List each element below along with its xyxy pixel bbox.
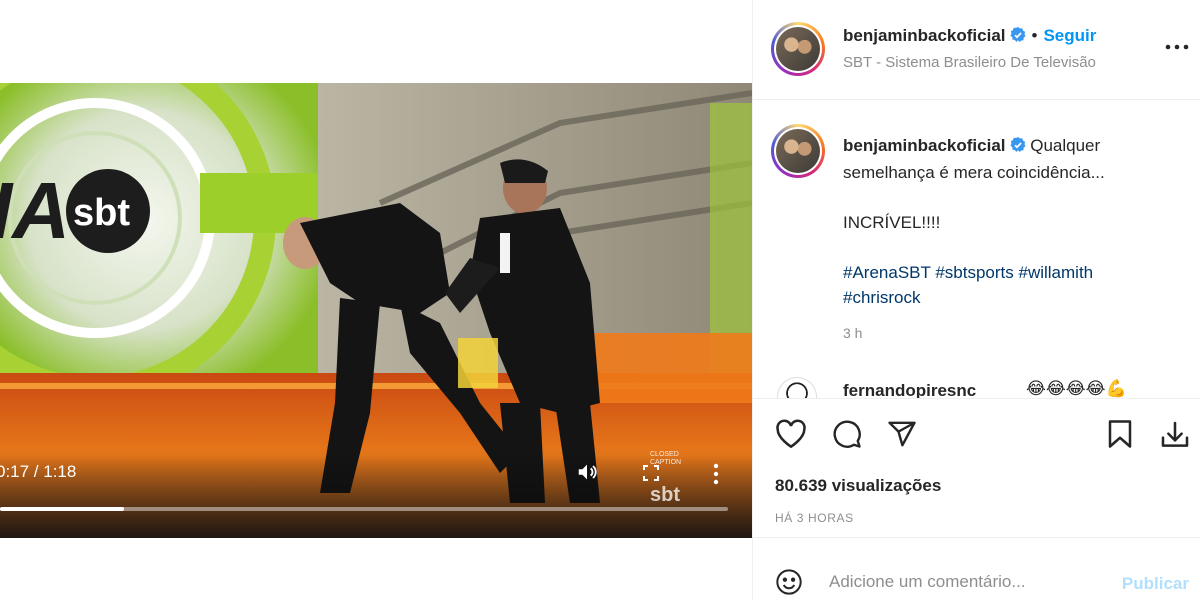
sbt-watermark: sbt: [650, 484, 680, 506]
hashtag-link[interactable]: #ArenaSBT: [843, 263, 931, 282]
caption-section: benjaminbackoficial Qualquer semelhança …: [753, 100, 1200, 398]
heart-icon[interactable]: [775, 419, 807, 454]
views-count[interactable]: 80.639 visualizações: [775, 476, 941, 496]
fullscreen-icon[interactable]: [643, 465, 659, 486]
video-progress-fill: [0, 507, 124, 511]
comment-username[interactable]: fernandopiresnc: [843, 381, 976, 398]
vertical-dots-icon[interactable]: [712, 463, 720, 490]
volume-icon[interactable]: [576, 461, 598, 488]
download-icon[interactable]: [1159, 419, 1191, 456]
verified-badge-icon: [1010, 135, 1026, 160]
follow-button[interactable]: Seguir: [1043, 26, 1096, 45]
comment-avatar[interactable]: [777, 377, 817, 398]
more-options-icon[interactable]: [1165, 38, 1189, 56]
video-time-display: 0:17 / 1:18: [0, 462, 77, 481]
header-user-line: benjaminbackoficial • Seguir: [843, 26, 1096, 48]
cc-line-1: CLOSED: [650, 451, 679, 458]
dot-separator: •: [1031, 26, 1038, 45]
verified-badge-icon: [1010, 27, 1026, 48]
paper-plane-icon[interactable]: [887, 419, 917, 454]
caption-avatar[interactable]: [771, 124, 825, 178]
post-sidebar: benjaminbackoficial • Seguir SBT - Sistema…: [752, 0, 1200, 600]
caption-text: benjaminbackoficial Qualquer semelhança …: [843, 133, 1163, 310]
header-username[interactable]: benjaminbackoficial: [843, 26, 1006, 45]
comment-text: 😂😂😂😂💪: [1026, 379, 1127, 398]
svg-text:IA: IA: [0, 166, 70, 255]
comment-bubble-icon[interactable]: [831, 419, 863, 454]
comment-preview: fernandopiresnc 😂😂😂😂💪: [771, 375, 1191, 398]
caption-time-ago[interactable]: 3 h: [843, 325, 862, 341]
location-link[interactable]: SBT - Sistema Brasileiro De Televisão: [843, 54, 1096, 71]
bookmark-icon[interactable]: [1107, 419, 1133, 454]
hashtag-link[interactable]: #chrisrock: [843, 288, 920, 307]
instagram-post-modal: IA sbt: [0, 0, 1200, 600]
caption-hashtags: #ArenaSBT #sbtsports #willamith #chrisro…: [843, 260, 1143, 310]
video-progress-bar[interactable]: [0, 507, 728, 511]
sbt-logo-text: sbt: [73, 192, 130, 234]
comment-input[interactable]: [829, 572, 1099, 592]
add-comment-bar: Publicar: [753, 538, 1200, 600]
post-header: benjaminbackoficial • Seguir SBT - Sistema…: [753, 0, 1200, 100]
video-player[interactable]: IA sbt: [0, 83, 752, 538]
hashtag-link[interactable]: #sbtsports: [935, 263, 1013, 282]
caption-line-2: INCRÍVEL!!!!: [843, 213, 941, 232]
posted-timestamp[interactable]: HÁ 3 HORAS: [775, 511, 854, 525]
video-controls-overlay: [0, 448, 752, 538]
hashtag-link[interactable]: #willamith: [1018, 263, 1093, 282]
post-actions: 80.639 visualizações HÁ 3 HORAS: [753, 398, 1200, 538]
publish-button[interactable]: Publicar: [1122, 574, 1189, 594]
caption-username[interactable]: benjaminbackoficial: [843, 136, 1006, 155]
smiley-icon[interactable]: [775, 568, 803, 600]
avatar[interactable]: [771, 22, 825, 76]
media-pane: IA sbt: [0, 0, 752, 600]
